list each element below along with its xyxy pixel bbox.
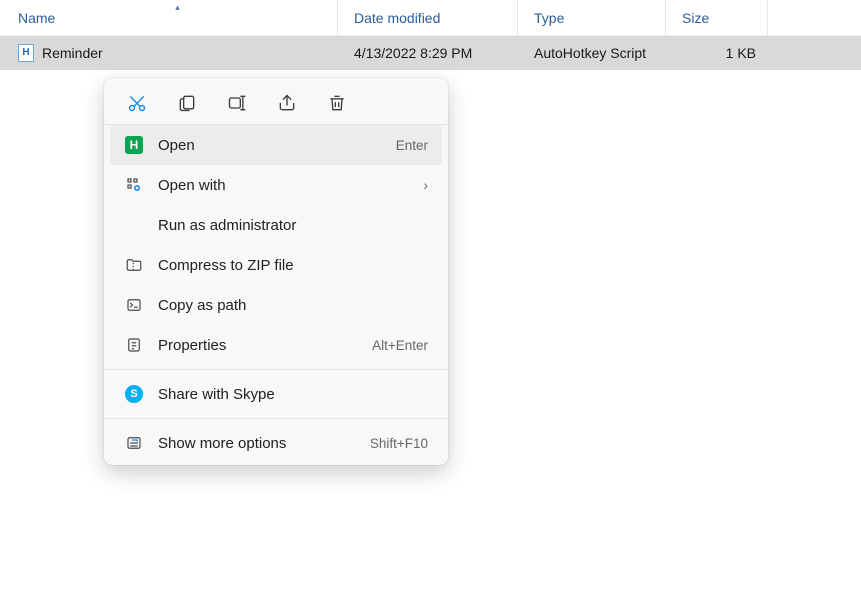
file-row-selected[interactable]: H Reminder 4/13/2022 8:29 PM AutoHotkey … <box>0 36 861 70</box>
menu-properties[interactable]: Properties Alt+Enter <box>110 325 442 365</box>
column-header-type-label: Type <box>534 10 564 26</box>
menu-show-more-options-label: Show more options <box>158 435 356 452</box>
open-with-icon <box>124 175 144 195</box>
context-menu: H Open Enter Open with › Run as administ… <box>104 78 448 465</box>
column-header-name[interactable]: Name ▴ <box>18 0 338 35</box>
open-icon: H <box>124 135 144 155</box>
context-separator <box>104 418 448 419</box>
copy-as-path-icon <box>124 295 144 315</box>
menu-copy-as-path-label: Copy as path <box>158 297 428 314</box>
column-header-name-label: Name <box>18 10 55 26</box>
column-header-type[interactable]: Type <box>518 0 666 35</box>
context-separator <box>104 369 448 370</box>
copy-icon[interactable] <box>176 92 198 114</box>
menu-open[interactable]: H Open Enter <box>110 125 442 165</box>
rename-icon[interactable] <box>226 92 248 114</box>
share-icon[interactable] <box>276 92 298 114</box>
menu-open-with[interactable]: Open with › <box>110 165 442 205</box>
column-header-row: Name ▴ Date modified Type Size <box>0 0 861 36</box>
column-header-size-label: Size <box>682 10 709 26</box>
menu-run-as-admin[interactable]: Run as administrator <box>110 205 442 245</box>
delete-icon[interactable] <box>326 92 348 114</box>
show-more-options-icon <box>124 433 144 453</box>
file-type: AutoHotkey Script <box>534 45 646 61</box>
properties-icon <box>124 335 144 355</box>
menu-run-as-admin-label: Run as administrator <box>158 217 428 234</box>
menu-open-shortcut: Enter <box>396 138 428 153</box>
menu-compress-zip-label: Compress to ZIP file <box>158 257 428 274</box>
zip-icon <box>124 255 144 275</box>
sort-ascending-icon: ▴ <box>175 2 180 13</box>
menu-compress-zip[interactable]: Compress to ZIP file <box>110 245 442 285</box>
menu-show-more-options[interactable]: Show more options Shift+F10 <box>110 423 442 463</box>
menu-show-more-options-shortcut: Shift+F10 <box>370 436 428 451</box>
context-toolbar <box>104 80 448 125</box>
column-header-date[interactable]: Date modified <box>338 0 518 35</box>
file-date: 4/13/2022 8:29 PM <box>354 45 472 61</box>
menu-properties-label: Properties <box>158 337 358 354</box>
menu-share-skype[interactable]: S Share with Skype <box>110 374 442 414</box>
column-header-date-label: Date modified <box>354 10 440 26</box>
chevron-right-icon: › <box>424 178 429 193</box>
menu-open-with-label: Open with <box>158 177 410 194</box>
run-as-admin-icon <box>124 215 144 235</box>
skype-icon: S <box>124 384 144 404</box>
open-h-icon: H <box>125 136 143 154</box>
cut-icon[interactable] <box>126 92 148 114</box>
menu-open-label: Open <box>158 137 382 154</box>
file-name: Reminder <box>42 45 103 61</box>
menu-share-skype-label: Share with Skype <box>158 386 428 403</box>
autohotkey-file-icon: H <box>18 44 34 62</box>
menu-copy-as-path[interactable]: Copy as path <box>110 285 442 325</box>
file-size: 1 KB <box>726 45 756 61</box>
menu-properties-shortcut: Alt+Enter <box>372 338 428 353</box>
column-header-size[interactable]: Size <box>666 0 768 35</box>
